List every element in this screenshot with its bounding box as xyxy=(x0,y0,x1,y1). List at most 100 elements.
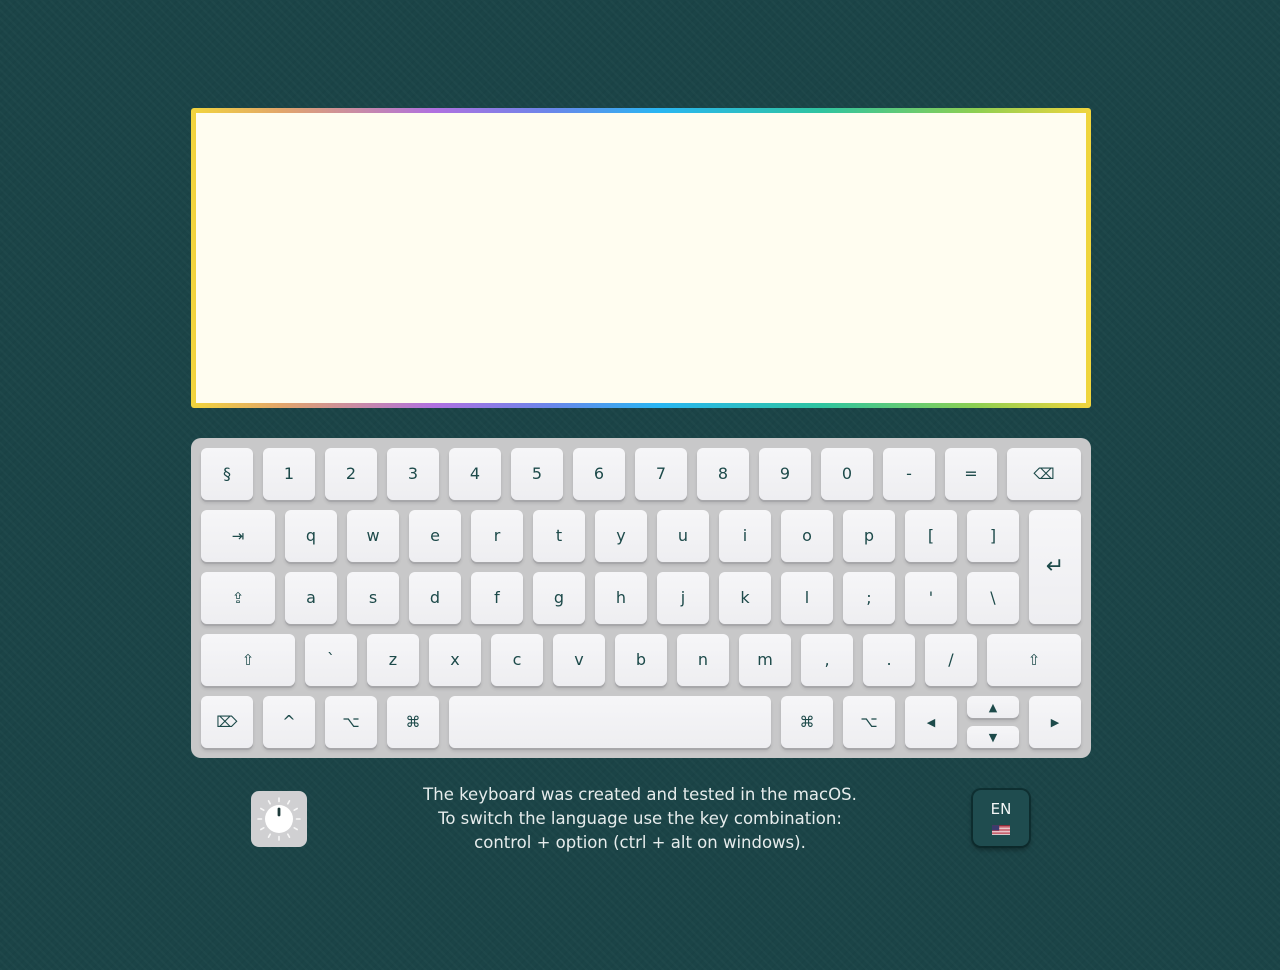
key-section[interactable]: § xyxy=(201,448,253,500)
key-label: 2 xyxy=(345,464,357,483)
key-command-left[interactable]: ⌘ xyxy=(387,696,439,748)
key-label: i xyxy=(742,526,748,545)
key-backspace[interactable]: ⌫ xyxy=(1007,448,1081,500)
key-r[interactable]: r xyxy=(471,510,523,562)
key-shift-left[interactable]: ⇧ xyxy=(201,634,295,686)
key-comma[interactable]: , xyxy=(801,634,853,686)
key-label: 9 xyxy=(779,464,791,483)
key-v[interactable]: v xyxy=(553,634,605,686)
key-option-right[interactable]: ⌥ xyxy=(843,696,895,748)
key-label: ; xyxy=(866,588,872,607)
key-3[interactable]: 3 xyxy=(387,448,439,500)
key-1[interactable]: 1 xyxy=(263,448,315,500)
key-q[interactable]: q xyxy=(285,510,337,562)
key-g[interactable]: g xyxy=(533,572,585,624)
key-label: s xyxy=(368,588,378,607)
key-label: u xyxy=(677,526,689,545)
key-d[interactable]: d xyxy=(409,572,461,624)
key-x[interactable]: x xyxy=(429,634,481,686)
key-label: 8 xyxy=(717,464,729,483)
key-w[interactable]: w xyxy=(347,510,399,562)
key-label: = xyxy=(964,464,978,483)
key-label: 1 xyxy=(283,464,295,483)
key-0[interactable]: 0 xyxy=(821,448,873,500)
arrow-right-icon: ▶ xyxy=(1050,715,1060,729)
key-j[interactable]: j xyxy=(657,572,709,624)
key-a[interactable]: a xyxy=(285,572,337,624)
key-backtick[interactable]: ` xyxy=(305,634,357,686)
key-label: [ xyxy=(927,526,935,545)
info-line-1: The keyboard was created and tested in t… xyxy=(423,785,857,804)
key-tab[interactable]: ⇥ xyxy=(201,510,275,562)
key-t[interactable]: t xyxy=(533,510,585,562)
key-5[interactable]: 5 xyxy=(511,448,563,500)
key-option-left[interactable]: ⌥ xyxy=(325,696,377,748)
key-7[interactable]: 7 xyxy=(635,448,687,500)
key-label: d xyxy=(429,588,441,607)
key-m[interactable]: m xyxy=(739,634,791,686)
key-2[interactable]: 2 xyxy=(325,448,377,500)
brightness-knob-icon xyxy=(257,797,301,841)
key-f[interactable]: f xyxy=(471,572,523,624)
key-label: k xyxy=(740,588,750,607)
arrow-up-icon: ▲ xyxy=(988,700,998,714)
key-6[interactable]: 6 xyxy=(573,448,625,500)
key-label: / xyxy=(948,650,954,669)
key-label: , xyxy=(824,650,830,669)
key-e[interactable]: e xyxy=(409,510,461,562)
key-space[interactable] xyxy=(449,696,771,748)
option-icon: ⌥ xyxy=(342,712,360,731)
key-k[interactable]: k xyxy=(719,572,771,624)
key-command-right[interactable]: ⌘ xyxy=(781,696,833,748)
key-bracket-left[interactable]: [ xyxy=(905,510,957,562)
key-caps-lock[interactable]: ⇪ xyxy=(201,572,275,624)
info-line-3: control + option (ctrl + alt on windows)… xyxy=(474,833,806,852)
key-delete[interactable]: ⌦ xyxy=(201,696,253,748)
key-arrow-left[interactable]: ◀ xyxy=(905,696,957,748)
key-semicolon[interactable]: ; xyxy=(843,572,895,624)
key-p[interactable]: p xyxy=(843,510,895,562)
text-editor[interactable] xyxy=(196,113,1086,403)
key-u[interactable]: u xyxy=(657,510,709,562)
key-control[interactable]: ^ xyxy=(263,696,315,748)
key-z[interactable]: z xyxy=(367,634,419,686)
shift-icon: ⇧ xyxy=(1027,650,1041,669)
key-bracket-right[interactable]: ] xyxy=(967,510,1019,562)
key-slash[interactable]: / xyxy=(925,634,977,686)
key-8[interactable]: 8 xyxy=(697,448,749,500)
key-c[interactable]: c xyxy=(491,634,543,686)
key-n[interactable]: n xyxy=(677,634,729,686)
key-period[interactable]: . xyxy=(863,634,915,686)
key-label: j xyxy=(680,588,686,607)
language-switch-button[interactable]: EN xyxy=(973,790,1029,846)
key-h[interactable]: h xyxy=(595,572,647,624)
key-enter[interactable]: ↵ xyxy=(1029,510,1081,624)
key-o[interactable]: o xyxy=(781,510,833,562)
key-shift-right[interactable]: ⇧ xyxy=(987,634,1081,686)
key-b[interactable]: b xyxy=(615,634,667,686)
us-flag-icon xyxy=(992,825,1010,835)
key-label: p xyxy=(863,526,875,545)
key-equals[interactable]: = xyxy=(945,448,997,500)
caps-lock-icon: ⇪ xyxy=(231,588,245,607)
key-4[interactable]: 4 xyxy=(449,448,501,500)
key-arrow-up[interactable]: ▲ xyxy=(967,696,1019,718)
shift-icon: ⇧ xyxy=(241,650,255,669)
key-label: l xyxy=(804,588,810,607)
key-label: y xyxy=(616,526,626,545)
key-y[interactable]: y xyxy=(595,510,647,562)
key-quote[interactable]: ' xyxy=(905,572,957,624)
brightness-button[interactable] xyxy=(251,791,307,847)
command-icon: ⌘ xyxy=(799,712,815,731)
key-l[interactable]: l xyxy=(781,572,833,624)
key-s[interactable]: s xyxy=(347,572,399,624)
editor-frame xyxy=(191,108,1091,408)
key-backslash[interactable]: \ xyxy=(967,572,1019,624)
key-label: 7 xyxy=(655,464,667,483)
key-i[interactable]: i xyxy=(719,510,771,562)
key-label: x xyxy=(450,650,460,669)
key-minus[interactable]: - xyxy=(883,448,935,500)
key-arrow-right[interactable]: ▶ xyxy=(1029,696,1081,748)
key-9[interactable]: 9 xyxy=(759,448,811,500)
key-arrow-down[interactable]: ▼ xyxy=(967,726,1019,748)
